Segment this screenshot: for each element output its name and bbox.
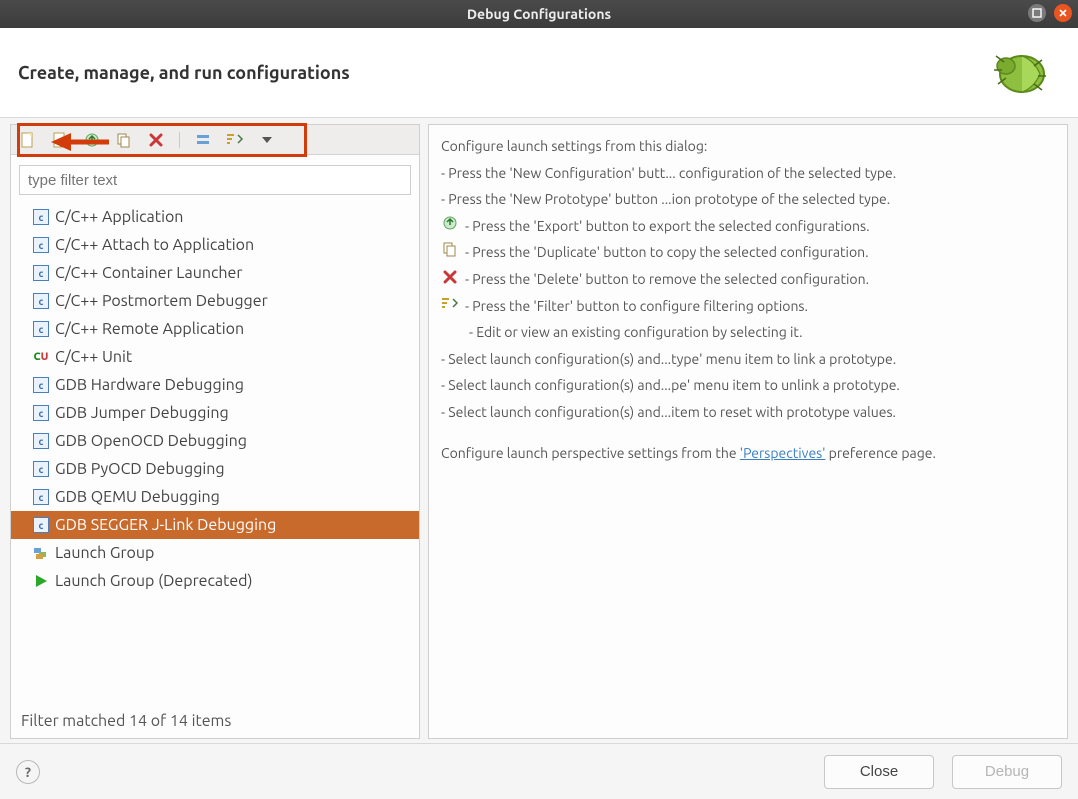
c-config-icon: c xyxy=(33,517,49,533)
cunit-icon: CU xyxy=(33,349,49,365)
hint-text: - Select launch configuration(s) and...t… xyxy=(441,346,896,373)
c-config-icon: c xyxy=(33,461,49,477)
dialog-title: Create, manage, and run configurations xyxy=(18,63,350,83)
tree-item-label: C/C++ Postmortem Debugger xyxy=(55,292,268,310)
hint-text: - Press the 'Delete' button to remove th… xyxy=(465,266,869,293)
tree-item-label: GDB Hardware Debugging xyxy=(55,376,244,394)
bug-icon xyxy=(984,40,1054,105)
details-intro: Configure launch settings from this dial… xyxy=(441,133,1055,160)
tree-item-label: C/C++ Container Launcher xyxy=(55,264,242,282)
delete-button[interactable] xyxy=(147,131,165,149)
delete-x-icon xyxy=(441,270,459,284)
export-icon xyxy=(441,215,459,231)
tree-item-label: Launch Group xyxy=(55,544,154,562)
duplicate-icon xyxy=(441,241,459,257)
perspective-post: preference page. xyxy=(825,445,936,461)
tree-item[interactable]: c C/C++ Container Launcher xyxy=(11,259,419,287)
tree-item-label: C/C++ Remote Application xyxy=(55,320,244,338)
hint-text: - Edit or view an existing configuration… xyxy=(469,319,803,346)
hint-text: - Select launch configuration(s) and...i… xyxy=(441,399,896,426)
tree-item[interactable]: c C/C++ Remote Application xyxy=(11,315,419,343)
tree-item[interactable]: c C/C++ Postmortem Debugger xyxy=(11,287,419,315)
tree-item-label: GDB QEMU Debugging xyxy=(55,488,220,506)
tree-item[interactable]: c GDB OpenOCD Debugging xyxy=(11,427,419,455)
hint-new-config: - Press the 'New Configuration' butt... … xyxy=(441,160,1055,187)
tree-item[interactable]: Launch Group xyxy=(11,539,419,567)
hint-unlink-proto: - Select launch configuration(s) and...p… xyxy=(441,372,1055,399)
toolbar-separator xyxy=(179,132,180,148)
hint-text: - Press the 'Duplicate' button to copy t… xyxy=(465,239,869,266)
c-config-icon: c xyxy=(33,293,49,309)
c-config-icon: c xyxy=(33,321,49,337)
tree-item-label: GDB Jumper Debugging xyxy=(55,404,229,422)
c-config-icon: c xyxy=(33,433,49,449)
tree-item[interactable]: c GDB Hardware Debugging xyxy=(11,371,419,399)
duplicate-button[interactable] xyxy=(115,131,133,149)
c-config-icon: c xyxy=(33,377,49,393)
hint-delete: - Press the 'Delete' button to remove th… xyxy=(441,266,1055,293)
tree-item-label: GDB SEGGER J-Link Debugging xyxy=(55,516,276,534)
config-tree[interactable]: c C/C++ Application c C/C++ Attach to Appli… xyxy=(11,201,419,704)
tree-item-label: GDB PyOCD Debugging xyxy=(55,460,225,478)
tree-item-label: GDB OpenOCD Debugging xyxy=(55,432,247,450)
perspectives-link[interactable]: 'Perspectives' xyxy=(740,445,826,461)
details-pane: Configure launch settings from this dial… xyxy=(428,124,1068,739)
perspective-pre: Configure launch perspective settings fr… xyxy=(441,445,740,461)
hint-edit-existing: - Edit or view an existing configuration… xyxy=(441,319,1055,346)
hint-duplicate: - Press the 'Duplicate' button to copy t… xyxy=(441,239,1055,266)
tree-item[interactable]: Launch Group (Deprecated) xyxy=(11,567,419,595)
hint-filter: - Press the 'Filter' button to configure… xyxy=(441,293,1055,320)
window-title: Debug Configurations xyxy=(467,6,611,22)
filter-status: Filter matched 14 of 14 items xyxy=(11,704,419,738)
tree-item[interactable]: c GDB Jumper Debugging xyxy=(11,399,419,427)
filter-arrow-icon xyxy=(441,297,459,311)
c-config-icon: c xyxy=(33,265,49,281)
filter-button[interactable] xyxy=(226,131,244,149)
maximize-button[interactable] xyxy=(1028,4,1046,22)
tree-item-label: C/C++ Unit xyxy=(55,348,132,366)
collapse-all-button[interactable] xyxy=(194,131,212,149)
c-config-icon: c xyxy=(33,209,49,225)
launch-group-icon xyxy=(33,545,49,561)
tree-item[interactable]: c GDB PyOCD Debugging xyxy=(11,455,419,483)
hint-link-proto: - Select launch configuration(s) and...t… xyxy=(441,346,1055,373)
filter-input[interactable] xyxy=(19,165,411,195)
close-window-button[interactable] xyxy=(1054,4,1072,22)
config-toolbar xyxy=(11,125,419,155)
tree-item[interactable]: c C/C++ Application xyxy=(11,203,419,231)
tree-item[interactable]: CU C/C++ Unit xyxy=(11,343,419,371)
left-pane: c C/C++ Application c C/C++ Attach to Appli… xyxy=(10,124,420,739)
tree-item-label: C/C++ Application xyxy=(55,208,183,226)
main-content: c C/C++ Application c C/C++ Attach to Appli… xyxy=(0,118,1078,743)
hint-text: - Press the 'New Prototype' button ...io… xyxy=(441,186,890,213)
tree-item-label: C/C++ Attach to Application xyxy=(55,236,254,254)
c-config-icon: c xyxy=(33,405,49,421)
hint-reset-proto: - Select launch configuration(s) and...i… xyxy=(441,399,1055,426)
hint-new-prototype: - Press the 'New Prototype' button ...io… xyxy=(441,186,1055,213)
window-controls xyxy=(1028,4,1072,22)
play-icon xyxy=(33,573,49,589)
tree-item[interactable]: c GDB SEGGER J-Link Debugging xyxy=(11,511,419,539)
new-config-button[interactable] xyxy=(19,131,37,149)
perspective-hint: Configure launch perspective settings fr… xyxy=(441,440,1055,467)
tree-item[interactable]: c GDB QEMU Debugging xyxy=(11,483,419,511)
tree-item[interactable]: c C/C++ Attach to Application xyxy=(11,231,419,259)
hint-text: - Press the 'New Configuration' butt... … xyxy=(441,160,896,187)
new-prototype-button[interactable] xyxy=(51,131,69,149)
c-config-icon: c xyxy=(33,489,49,505)
hint-text: - Select launch configuration(s) and...p… xyxy=(441,372,900,399)
tree-item-label: Launch Group (Deprecated) xyxy=(55,572,253,590)
dialog-footer: ? Close Debug xyxy=(0,743,1078,799)
export-button[interactable] xyxy=(83,131,101,149)
hint-text: - Press the 'Export' button to export th… xyxy=(465,213,870,240)
titlebar: Debug Configurations xyxy=(0,0,1078,28)
toolbar-menu-dropdown[interactable] xyxy=(258,131,276,149)
hint-text: - Press the 'Filter' button to configure… xyxy=(465,293,808,320)
hint-export: - Press the 'Export' button to export th… xyxy=(441,213,1055,240)
c-config-icon: c xyxy=(33,237,49,253)
help-button[interactable]: ? xyxy=(16,760,40,784)
dialog-header: Create, manage, and run configurations xyxy=(0,28,1078,118)
debug-button[interactable]: Debug xyxy=(952,755,1062,789)
close-button[interactable]: Close xyxy=(824,755,934,789)
